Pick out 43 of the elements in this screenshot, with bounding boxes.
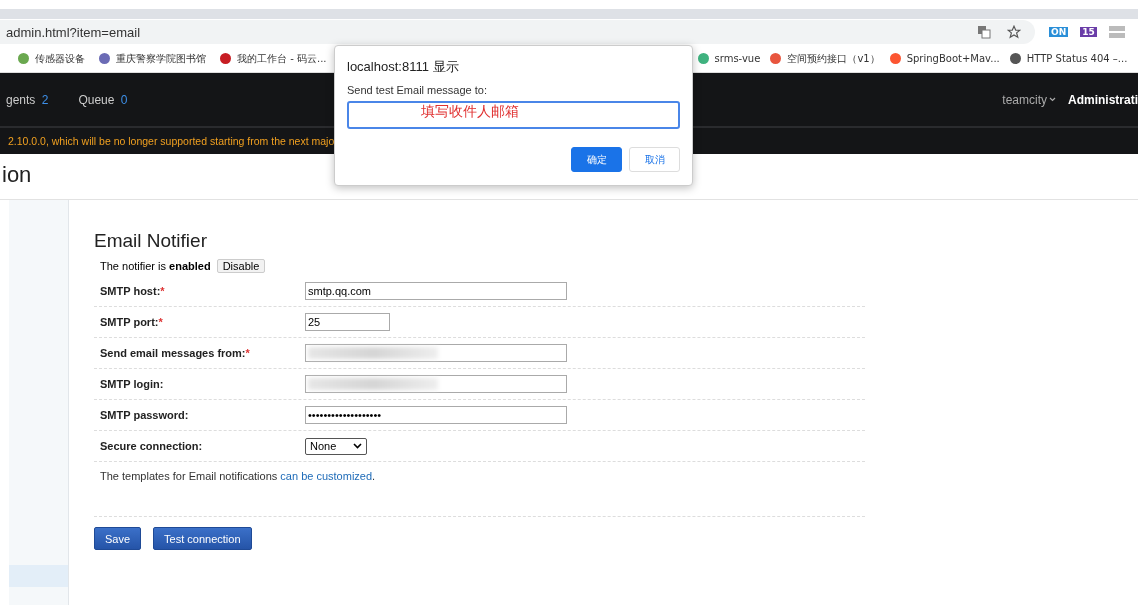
field-label: SMTP login: [100, 378, 165, 390]
url-text: admin.html?item=email [5, 24, 142, 40]
address-bar[interactable]: admin.html?item=email [0, 20, 1035, 44]
nav-link[interactable]: Queue 0 [78, 92, 128, 107]
select-field[interactable]: None [305, 437, 367, 455]
templates-note: The templates for Email notifications can be customized. [94, 462, 865, 517]
field-label: SMTP password: [100, 409, 190, 421]
input-field[interactable]: 填写收件人邮箱 [347, 101, 680, 129]
bookmark[interactable]: 重庆警察学院图书馆 [99, 51, 206, 66]
dialog-button[interactable]: 确定 [571, 147, 622, 172]
field-label: Send email messages from:* [100, 347, 251, 359]
dialog-message: Send test Email message to: [347, 84, 488, 96]
notifier-status: The notifier is enabled [100, 260, 211, 272]
field-label: Secure connection: [100, 440, 204, 452]
input-field[interactable] [305, 375, 567, 393]
extension-icon[interactable] [1108, 25, 1125, 39]
action-button[interactable]: Test connection [153, 527, 252, 550]
input-field[interactable]: smtp.qq.com [305, 282, 567, 300]
bookmark[interactable]: HTTP Status 404 –... [1009, 53, 1128, 64]
field-label: SMTP host:* [100, 285, 166, 297]
dialog-title: localhost:8111 显示 [347, 58, 460, 76]
input-field[interactable] [305, 344, 567, 362]
input-field[interactable]: 25 [305, 313, 390, 331]
password-field[interactable]: ••••••••••••••••••• [305, 406, 567, 424]
chevron-icon [1049, 97, 1056, 102]
nav-link[interactable]: Administrati [1068, 92, 1138, 107]
bookmark[interactable]: srms-vue [697, 53, 761, 64]
section-title: Email Notifier [94, 230, 208, 252]
field-label: SMTP port:* [100, 316, 164, 328]
annotation-text: 填写收件人邮箱 [421, 103, 519, 121]
bookmark[interactable]: 空间预约接口（v1） [770, 51, 880, 66]
action-button[interactable]: Save [94, 527, 142, 550]
user-menu[interactable]: teamcity [1002, 92, 1056, 107]
translate-icon[interactable] [977, 25, 991, 39]
disable-button[interactable]: Disable [216, 259, 266, 273]
star-icon[interactable] [1007, 25, 1021, 39]
bookmark[interactable]: SpringBoot+Mav... [889, 53, 1000, 64]
dialog-button[interactable]: 取消 [629, 147, 680, 172]
chevron-icon [353, 443, 362, 449]
bookmark[interactable]: 我的工作台 - 码云... [220, 51, 327, 66]
bookmark[interactable]: 传感器设备 [18, 51, 85, 66]
nav-link[interactable]: gents 2 [6, 92, 49, 107]
extension-badge[interactable]: 15 [1080, 27, 1097, 37]
